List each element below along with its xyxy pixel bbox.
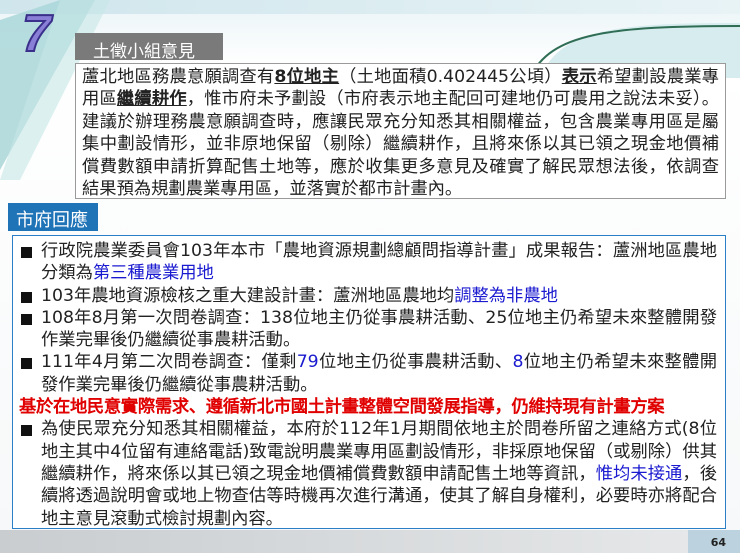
response-conclusion: 基於在地民意實際需求、遵循新北市國土計畫整體空間發展指導，仍維持現有計畫方案 [19,396,717,418]
response-list-item: 為使民眾充分知悉其相關權益，本府於112年1月期間依地主於問卷所留之連絡方式(8… [19,418,717,529]
conclusion-text: 基於在地民意實際需求、遵循新北市國土計畫整體空間發展指導，仍維持現有計畫方案 [19,397,665,418]
body-text: 111年4月第二次問卷調查：僅剩 [41,352,297,373]
slide-number-badge: 7 [21,4,52,64]
body-text: 103年農地資源檢核之重大建設計畫：蘆洲地區農地均 [41,285,455,306]
body-text: （土地面積0.402445公頃） [339,67,562,87]
highlight-text: 8 [512,352,524,373]
body-text: 108年8月第一次問卷調查：138位地主仍從事農耕活動、25位地主仍希望未來整體… [41,307,717,351]
square-bullet-icon [21,247,32,258]
response-section-label: 市府回應 [8,203,98,231]
page-number: 64 [688,530,740,553]
emphasis-text: 繼續耕作 [116,89,187,110]
response-text-box: 行政院農業委員會103年本市「農地資源規劃總顧問指導計畫」成果報告：蘆洲地區農地… [12,235,726,529]
square-bullet-icon [21,313,32,325]
highlight-text: 惟均未接通 [595,463,683,484]
highlight-text: 79 [296,352,319,373]
highlight-text: 調整為非農地 [454,285,558,306]
top-decor-band [0,0,740,14]
highlight-text: 第三種農業用地 [92,263,214,284]
response-list-item: 111年4月第二次問卷調查：僅剩79位地主仍從事農耕活動、8位地主仍希望未來整體… [19,351,717,396]
square-bullet-icon [21,291,32,303]
opinion-paragraph: 蘆北地區務農意願調查有8位地主（土地面積0.402445公頃）表示希望劃設農業專… [82,66,719,200]
opinion-section-label: 土徵小組意見 [75,33,223,62]
opinion-text-box: 蘆北地區務農意願調查有8位地主（土地面積0.402445公頃）表示希望劃設農業專… [75,63,726,199]
body-text: 位地主仍從事農耕活動、 [318,352,513,373]
square-bullet-icon [21,358,32,370]
emphasis-text: 8位地主 [274,67,340,87]
body-text: 蘆北地區務農意願調查有 [82,67,275,87]
bottom-decor-band [0,530,690,553]
response-list-item: 103年農地資源檢核之重大建設計畫：蘆洲地區農地均調整為非農地 [19,285,717,307]
response-list-item: 108年8月第一次問卷調查：138位地主仍從事農耕活動、25位地主仍希望未來整體… [19,307,717,352]
square-bullet-icon [21,425,32,437]
response-list-item: 行政院農業委員會103年本市「農地資源規劃總顧問指導計畫」成果報告：蘆洲地區農地… [19,240,717,285]
emphasis-text: 表示 [561,67,597,87]
